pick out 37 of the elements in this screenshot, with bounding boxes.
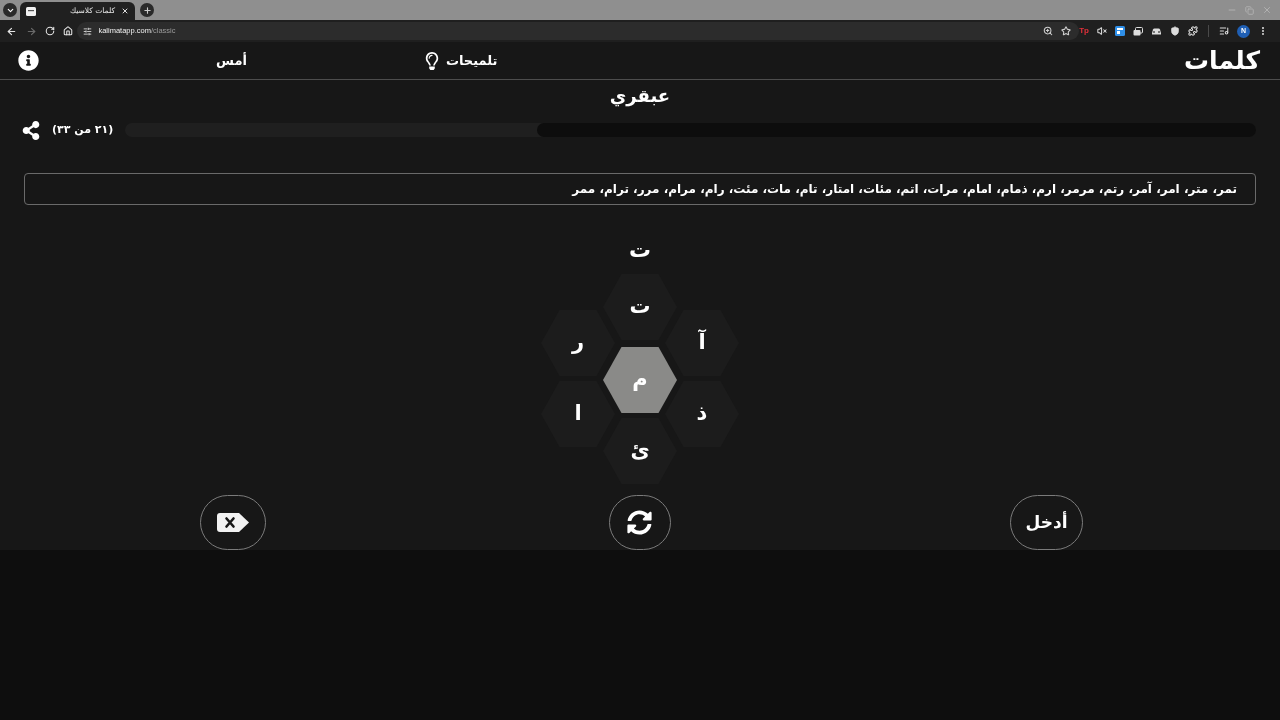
lightbulb-icon bbox=[423, 51, 440, 70]
extension-square-icon[interactable] bbox=[1115, 26, 1125, 36]
found-words-list: تمر، متر، امر، آمر، رتم، مرمر، ارم، ذمام، امام، مرات، اتم، مئات، امتار، تام، مات، مئت، رام، مرام، مرر، ترام، ممر bbox=[24, 173, 1256, 205]
app-logo[interactable]: كلمات bbox=[1184, 48, 1260, 73]
car-icon[interactable] bbox=[1151, 26, 1162, 36]
info-icon[interactable] bbox=[18, 50, 39, 71]
home-icon[interactable] bbox=[63, 26, 74, 36]
letter-hex[interactable]: ا bbox=[541, 381, 615, 447]
letter-hex[interactable]: آ bbox=[665, 310, 739, 376]
backspace-icon bbox=[217, 513, 249, 532]
new-tab-button[interactable] bbox=[140, 3, 154, 17]
current-word: ت bbox=[628, 239, 652, 261]
reload-icon[interactable] bbox=[44, 26, 55, 36]
letter-hex[interactable]: ذ bbox=[665, 381, 739, 447]
extension-label[interactable]: Tp bbox=[1079, 27, 1089, 35]
back-icon[interactable] bbox=[6, 25, 18, 37]
share-icon[interactable] bbox=[22, 120, 40, 140]
letter-hex[interactable]: ر bbox=[541, 310, 615, 376]
puzzle-icon[interactable] bbox=[1188, 26, 1198, 36]
star-icon[interactable] bbox=[1061, 26, 1072, 36]
plus-icon bbox=[142, 5, 152, 15]
media-icon[interactable] bbox=[1219, 26, 1229, 36]
zoom-icon[interactable] bbox=[1043, 26, 1054, 36]
mute-icon[interactable] bbox=[1097, 26, 1107, 36]
close-icon[interactable] bbox=[121, 7, 129, 15]
tab-list-button[interactable] bbox=[3, 3, 17, 17]
shield-icon[interactable] bbox=[1170, 26, 1180, 36]
progress-label: (٢١ من ٣٣) bbox=[52, 121, 114, 138]
site-settings-icon[interactable] bbox=[83, 26, 93, 36]
rank-title: عبقري bbox=[609, 83, 671, 109]
yesterday-link[interactable]: أمس bbox=[216, 50, 247, 71]
windows-stack-icon[interactable] bbox=[1133, 26, 1143, 36]
letter-hex[interactable]: ئ bbox=[603, 418, 677, 484]
letter-hex[interactable]: ت bbox=[603, 274, 677, 340]
shuffle-icon bbox=[627, 510, 653, 535]
hints-link[interactable]: تلميحات bbox=[423, 50, 498, 71]
favicon-icon bbox=[26, 6, 36, 16]
